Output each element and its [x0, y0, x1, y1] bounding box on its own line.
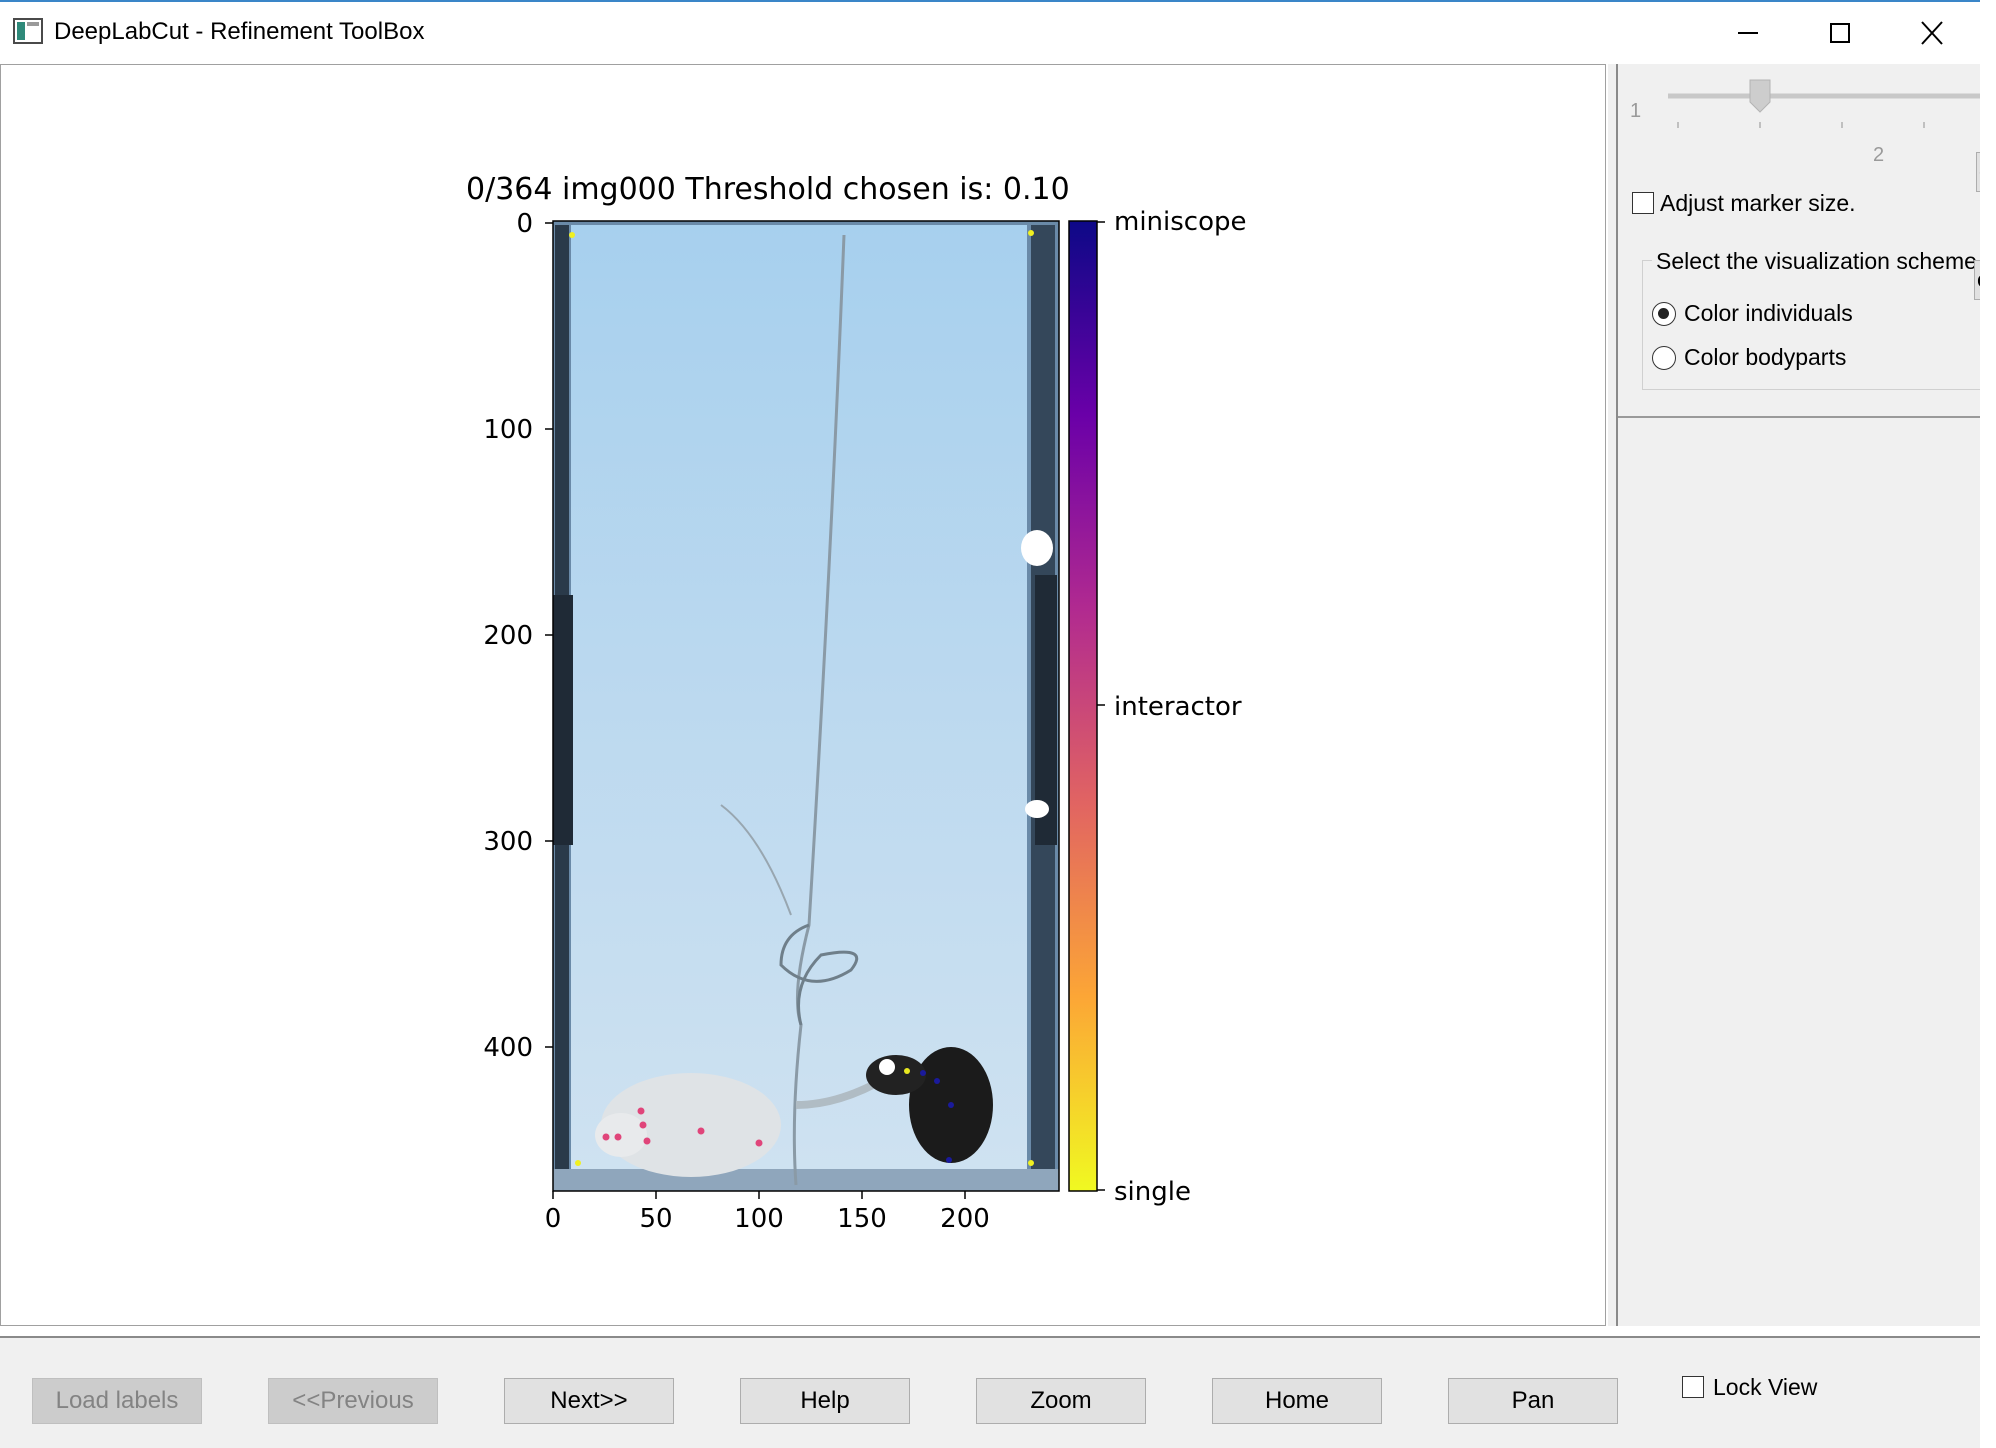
previous-button[interactable]: <<Previous: [268, 1378, 438, 1424]
color-bodyparts-radio[interactable]: [1652, 346, 1676, 370]
right-panel-controls: 1 2 e Adjust marker size. Select the vis…: [1618, 64, 1980, 418]
app-icon: [13, 18, 43, 44]
lock-view-checkbox[interactable]: [1682, 1376, 1704, 1398]
y-tick-label: 100: [483, 415, 533, 445]
y-tick-label: 400: [483, 1033, 533, 1063]
lock-view-label: Lock View: [1713, 1374, 1818, 1400]
y-axis: 0 100 200 300 400: [483, 209, 553, 1063]
colorbar-label-single: single: [1114, 1177, 1191, 1207]
minimize-icon[interactable]: [1724, 14, 1772, 52]
x-axis: 0 50 100 150 200: [545, 1191, 990, 1234]
y-tick-label: 0: [516, 209, 533, 239]
help-button[interactable]: Help: [740, 1378, 910, 1424]
next-button[interactable]: Next>>: [504, 1378, 674, 1424]
marker-size-slider[interactable]: [1618, 64, 1980, 174]
colorbar: miniscope interactor single: [1068, 207, 1247, 1207]
maximize-icon[interactable]: [1816, 14, 1864, 52]
x-tick-label: 200: [940, 1204, 990, 1234]
close-icon[interactable]: [1908, 14, 1956, 52]
title-bar: DeepLabCut - Refinement ToolBox: [0, 0, 1996, 62]
color-individuals-label[interactable]: Color individuals: [1684, 300, 1853, 327]
adjust-marker-size-label: Adjust marker size.: [1660, 190, 1856, 216]
zoom-button[interactable]: Zoom: [976, 1378, 1146, 1424]
slider-min-label: 1: [1630, 100, 1642, 122]
color-individuals-radio[interactable]: [1652, 302, 1676, 326]
y-tick-label: 300: [483, 827, 533, 857]
right-control-panel: 1 2 e Adjust marker size. Select the vis…: [1616, 64, 1980, 1326]
x-tick-label: 50: [639, 1204, 672, 1234]
slider-mid-label: 2: [1873, 144, 1885, 166]
window-title: DeepLabCut - Refinement ToolBox: [54, 18, 425, 45]
window-edge: [1980, 0, 1996, 1448]
y-tick-label: 200: [483, 621, 533, 651]
plot-canvas-panel[interactable]: 0/364 img000 Threshold chosen is: 0.10 0…: [0, 64, 1606, 1326]
bottom-toolbar: Load labels <<Previous Next>> Help Zoom …: [0, 1336, 1980, 1448]
x-tick-label: 150: [837, 1204, 887, 1234]
colorbar-label-interactor: interactor: [1114, 692, 1242, 722]
plot-title: 0/364 img000 Threshold chosen is: 0.10: [466, 172, 1070, 207]
visualization-group-label: Select the visualization scheme: [1652, 248, 1980, 275]
adjust-marker-size-checkbox[interactable]: [1632, 192, 1654, 214]
video-frame-image: [553, 221, 1059, 1191]
x-tick-label: 100: [734, 1204, 784, 1234]
load-labels-button[interactable]: Load labels: [32, 1378, 202, 1424]
pan-button[interactable]: Pan: [1448, 1378, 1618, 1424]
x-tick-label: 0: [545, 1204, 562, 1234]
colorbar-label-miniscope: miniscope: [1114, 207, 1247, 237]
home-button[interactable]: Home: [1212, 1378, 1382, 1424]
plot-figure[interactable]: 0/364 img000 Threshold chosen is: 0.10 0…: [1, 65, 1605, 1325]
color-bodyparts-label[interactable]: Color bodyparts: [1684, 344, 1846, 371]
